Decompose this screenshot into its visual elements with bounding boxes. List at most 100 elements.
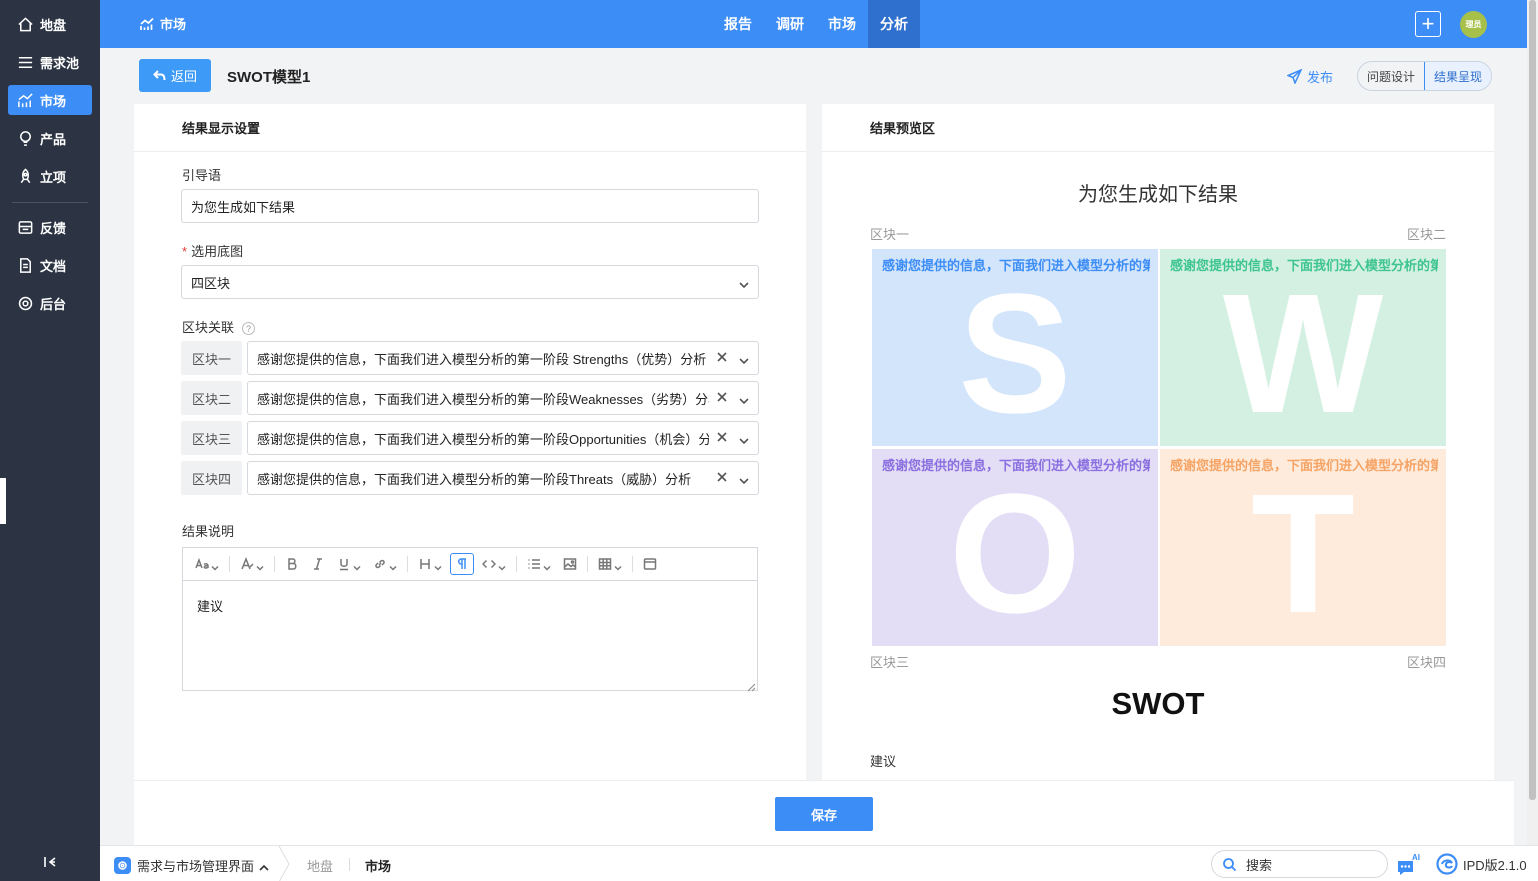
- chevron-down-icon: [739, 278, 749, 289]
- tab-result-presentation[interactable]: 结果呈现: [1424, 62, 1492, 90]
- required-mark: *: [182, 244, 188, 259]
- block-tag: 区块一: [181, 341, 242, 375]
- sidebar-item-admin[interactable]: 后台: [8, 288, 92, 318]
- sidebar-item-feedback[interactable]: 反馈: [8, 212, 92, 242]
- quadrant-letter: S: [958, 259, 1072, 446]
- bullet-list-icon: [528, 559, 540, 569]
- image-icon: [563, 558, 577, 570]
- bold-icon: [288, 558, 297, 570]
- block-select-value: 感谢您提供的信息，下面我们进入模型分析的第一阶段Threats（威胁）分析: [257, 471, 692, 487]
- top-nav: 报告 调研 市场 分析: [712, 0, 920, 48]
- publish-button[interactable]: 发布: [1287, 67, 1333, 86]
- sidebar-item-requirements[interactable]: 需求池: [8, 47, 92, 77]
- table-button[interactable]: [594, 553, 626, 575]
- sidebar-item-label: 地盘: [40, 17, 67, 33]
- italic-icon: [314, 558, 322, 570]
- text-color-button[interactable]: [236, 553, 268, 575]
- bottom-tab-market[interactable]: 市场: [365, 856, 391, 875]
- preview-heading: 为您生成如下结果: [1078, 184, 1238, 206]
- save-button[interactable]: 保存: [775, 797, 873, 831]
- block-row: 区块四 感谢您提供的信息，下面我们进入模型分析的第一阶段Threats（威胁）分…: [181, 461, 759, 495]
- block-select-value: 感谢您提供的信息，下面我们进入模型分析的第一阶段Opportunities（机会…: [257, 431, 709, 447]
- list-button[interactable]: [523, 553, 555, 575]
- block-select[interactable]: 感谢您提供的信息，下面我们进入模型分析的第一阶段Weaknesses（劣势）分析: [247, 381, 759, 415]
- page-scrollbar[interactable]: [1527, 0, 1538, 845]
- block-row: 区块二 感谢您提供的信息，下面我们进入模型分析的第一阶段Weaknesses（劣…: [181, 381, 759, 415]
- sidebar-item-project[interactable]: 立项: [8, 161, 92, 191]
- base-image-select[interactable]: 四区块: [181, 265, 759, 299]
- tab-analysis[interactable]: 分析: [868, 0, 920, 48]
- corner-label-block1: 区块一: [870, 227, 910, 242]
- bold-button[interactable]: [281, 553, 303, 575]
- swot-title: SWOT: [1111, 686, 1205, 721]
- page-title: SWOT模型1: [227, 69, 311, 86]
- sidebar-item-docs[interactable]: 文档: [8, 250, 92, 280]
- sidebar-item-dipan[interactable]: 地盘: [8, 9, 92, 39]
- toolbar-divider: [587, 556, 588, 572]
- block-tag: 区块二: [181, 381, 242, 415]
- ipd-logo-icon: [1436, 853, 1458, 875]
- chevron-down-icon: [739, 394, 749, 409]
- avatar[interactable]: 理员: [1460, 11, 1487, 38]
- search-placeholder: 搜索: [1246, 857, 1273, 873]
- swot-quadrant-t: 感谢您提供的信息，下面我们进入模型分析的第一阶段 T: [1160, 449, 1446, 646]
- bottom-bar: 需求与市场管理界面 地盘 市场 搜索 AI IPD版2.1.0: [100, 845, 1538, 881]
- italic-button[interactable]: [307, 553, 329, 575]
- corner-label-block3: 区块三: [870, 655, 910, 670]
- back-button[interactable]: 返回: [139, 59, 211, 92]
- home-icon: [16, 15, 34, 33]
- form-footer: 保存: [134, 780, 1514, 845]
- code-button[interactable]: [478, 553, 510, 575]
- scrollbar-thumb[interactable]: [1529, 0, 1536, 800]
- module-title: 市场: [140, 14, 186, 33]
- sidebar-item-product[interactable]: 产品: [8, 123, 92, 153]
- help-icon[interactable]: ?: [242, 322, 256, 336]
- paragraph-button[interactable]: [450, 553, 474, 575]
- corner-label-block4: 区块四: [1407, 655, 1447, 670]
- sidebar-item-market[interactable]: 市场: [8, 85, 92, 115]
- intro-input[interactable]: 为您生成如下结果: [181, 189, 759, 223]
- chevron-down-icon: [434, 560, 442, 571]
- heading-button[interactable]: [414, 553, 446, 575]
- app-switcher[interactable]: 需求与市场管理界面: [114, 856, 269, 875]
- block-link-label: 区块关联?: [182, 317, 256, 336]
- search-icon: [1223, 857, 1237, 871]
- intro-label: 引导语: [182, 168, 222, 183]
- tab-report[interactable]: 报告: [712, 0, 764, 48]
- add-button[interactable]: +: [1415, 11, 1441, 37]
- image-button[interactable]: [559, 553, 581, 575]
- toolbar-divider: [229, 556, 230, 572]
- result-desc-label: 结果说明: [182, 524, 235, 539]
- link-button[interactable]: [369, 553, 401, 575]
- clear-icon[interactable]: [716, 351, 730, 365]
- global-search-input[interactable]: 搜索: [1211, 850, 1388, 878]
- chevron-down-icon: [353, 560, 361, 571]
- ai-chat-icon[interactable]: AI: [1396, 852, 1422, 876]
- block-select[interactable]: 感谢您提供的信息，下面我们进入模型分析的第一阶段 Strengths（优势）分析: [247, 341, 759, 375]
- block-row: 区块一 感谢您提供的信息，下面我们进入模型分析的第一阶段 Strengths（优…: [181, 341, 759, 375]
- chevron-down-icon: [739, 474, 749, 489]
- fullscreen-button[interactable]: [639, 553, 661, 575]
- preview-description: 建议: [870, 754, 897, 769]
- underline-button[interactable]: [333, 553, 365, 575]
- editor-content[interactable]: 建议: [183, 581, 757, 630]
- clear-icon[interactable]: [716, 431, 730, 445]
- plus-icon: +: [1421, 11, 1435, 36]
- clear-icon[interactable]: [716, 471, 730, 485]
- chart-line-icon: [16, 91, 34, 109]
- view-mode-switch: 问题设计 结果呈现: [1357, 61, 1493, 91]
- font-size-button[interactable]: [191, 553, 223, 575]
- collapse-sidebar-button[interactable]: [40, 852, 60, 872]
- tab-question-design[interactable]: 问题设计: [1358, 62, 1424, 90]
- tab-market[interactable]: 市场: [816, 0, 868, 48]
- chevron-down-icon: [614, 560, 622, 571]
- sidebar-edge-marker: [0, 478, 6, 524]
- list-icon: [16, 53, 34, 71]
- clear-icon[interactable]: [716, 391, 730, 405]
- bottom-tab-dipan[interactable]: 地盘: [307, 856, 333, 875]
- block-select[interactable]: 感谢您提供的信息，下面我们进入模型分析的第一阶段Opportunities（机会…: [247, 421, 759, 455]
- resize-handle-icon[interactable]: [747, 680, 756, 692]
- gear-icon: [16, 294, 34, 312]
- block-select[interactable]: 感谢您提供的信息，下面我们进入模型分析的第一阶段Threats（威胁）分析: [247, 461, 759, 495]
- tab-research[interactable]: 调研: [764, 0, 816, 48]
